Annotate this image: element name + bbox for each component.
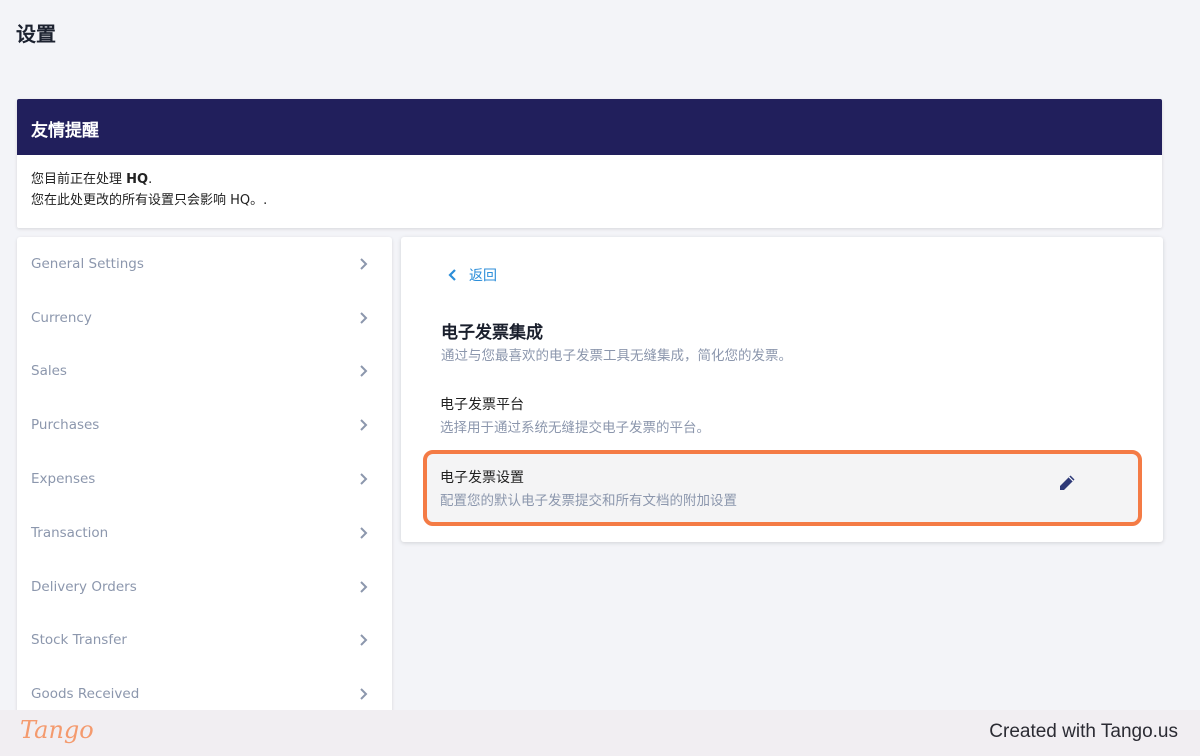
einvoice-settings-description: 配置您的默认电子发票提交和所有文档的附加设置 — [440, 493, 737, 509]
chevron-right-icon — [360, 365, 368, 378]
footer-bar: Tango Created with Tango.us — [0, 710, 1200, 756]
notice-line-1-suffix: . — [148, 172, 153, 187]
einvoice-platform-title[interactable]: 电子发票平台 — [440, 394, 524, 414]
chevron-right-icon — [360, 634, 368, 647]
sidebar-item-label: General Settings — [31, 255, 144, 272]
einvoice-settings-title[interactable]: 电子发票设置 — [440, 467, 524, 487]
sidebar-item-expenses[interactable]: Expenses — [17, 452, 392, 506]
chevron-right-icon — [360, 258, 368, 270]
chevron-left-icon — [448, 269, 456, 281]
sidebar-item-currency[interactable]: Currency — [17, 291, 392, 345]
section-title: 电子发票集成 — [441, 323, 543, 343]
chevron-right-icon — [360, 473, 368, 485]
sidebar-item-label: Delivery Orders — [31, 578, 137, 595]
created-with-credit: Created with Tango.us — [989, 721, 1178, 742]
sidebar-item-label: Currency — [31, 309, 92, 326]
sidebar-item-label: Expenses — [31, 471, 96, 488]
chevron-right-icon — [360, 688, 368, 700]
page-title: 设置 — [16, 22, 56, 46]
sidebar-item-delivery-orders[interactable]: Delivery Orders — [17, 560, 392, 614]
sidebar-item-stock-transfer[interactable]: Stock Transfer — [17, 614, 392, 668]
sidebar-item-label: Goods Received — [31, 686, 140, 703]
back-label: 返回 — [469, 268, 497, 284]
chevron-right-icon — [360, 580, 368, 593]
sidebar-item-label: Stock Transfer — [31, 632, 127, 649]
sidebar-item-transaction[interactable]: Transaction — [17, 506, 392, 560]
section-description: 通过与您最喜欢的电子发票工具无缝集成，简化您的发票。 — [441, 348, 792, 364]
settings-sidebar: General Settings Currency Sales Purchase… — [17, 237, 392, 717]
tango-logo: Tango — [20, 716, 94, 744]
notice-line-1: 您目前正在处理 HQ. — [31, 169, 1162, 190]
back-link[interactable]: 返回 — [447, 265, 497, 285]
sidebar-item-purchases[interactable]: Purchases — [17, 398, 392, 452]
sidebar-item-label: Transaction — [31, 524, 109, 541]
notice-body: 您目前正在处理 HQ. 您在此处更改的所有设置只会影响 HQ。. — [17, 155, 1162, 211]
notice-entity: HQ — [126, 172, 149, 187]
notice-line-1-prefix: 您目前正在处理 — [31, 172, 127, 187]
sidebar-item-label: Purchases — [31, 417, 100, 434]
chevron-right-icon — [360, 527, 368, 539]
notice-line-2: 您在此处更改的所有设置只会影响 HQ。. — [31, 193, 268, 208]
chevron-right-icon — [360, 311, 368, 324]
notice-heading: 友情提醒 — [17, 99, 1162, 155]
chevron-right-icon — [360, 419, 368, 431]
notice-card: 友情提醒 您目前正在处理 HQ. 您在此处更改的所有设置只会影响 HQ。. — [17, 99, 1162, 228]
pencil-edit-icon[interactable] — [1057, 473, 1077, 493]
sidebar-item-sales[interactable]: Sales — [17, 345, 392, 399]
sidebar-item-general-settings[interactable]: General Settings — [17, 237, 392, 291]
einvoice-settings-row[interactable] — [423, 450, 1142, 526]
einvoice-platform-description: 选择用于通过系统无缝提交电子发票的平台。 — [440, 420, 710, 436]
einvoice-panel: 返回 电子发票集成 通过与您最喜欢的电子发票工具无缝集成，简化您的发票。 电子发… — [401, 237, 1163, 542]
sidebar-item-label: Sales — [31, 363, 67, 380]
